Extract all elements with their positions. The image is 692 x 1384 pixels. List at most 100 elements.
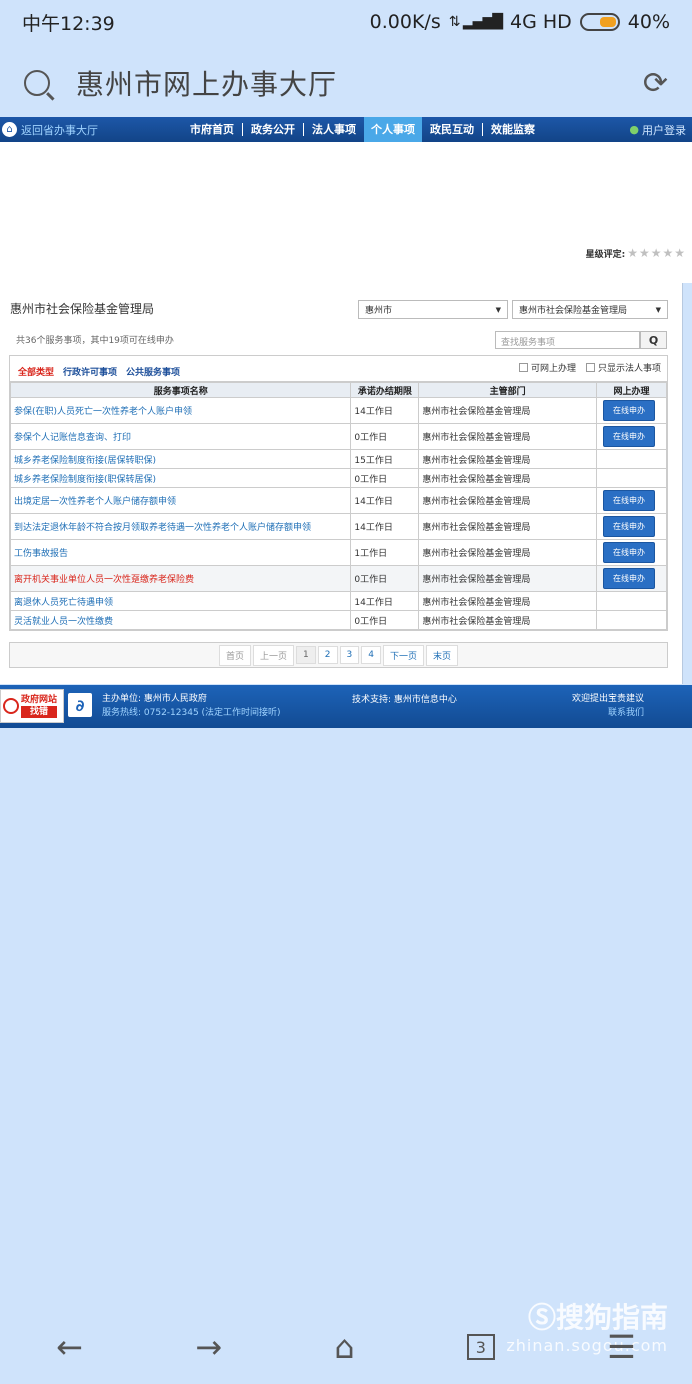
back-to-province-link[interactable]: ⌂ 返回省办事大厅 <box>2 122 182 138</box>
service-online-cell <box>596 591 667 611</box>
department-select[interactable]: 惠州市社会保险基金管理局 ▼ <box>512 300 668 319</box>
service-search-input[interactable]: 查找服务事项 <box>495 331 640 349</box>
footer-host-info: 主办单位: 惠州市人民政府 服务热线: 0752-12345 (法定工作时间接听… <box>102 692 281 720</box>
service-name-link[interactable]: 参保个人记账信息查询、打印 <box>9 423 352 450</box>
table-row: 工伤事故报告 1工作日 惠州市社会保险基金管理局 在线申办 <box>9 539 667 566</box>
filter-checks: 可网上办理 只显示法人事项 <box>518 361 661 374</box>
service-limit: 14工作日 <box>350 591 420 611</box>
apply-online-button[interactable]: 在线申办 <box>603 516 656 537</box>
chevron-down-icon: ▼ <box>495 305 501 314</box>
back-arrow-icon[interactable]: ← <box>56 1328 83 1366</box>
footer-suggest-text[interactable]: 欢迎提出宝贵建议 <box>572 692 644 706</box>
forward-arrow-icon[interactable]: → <box>195 1328 222 1366</box>
filter-permit[interactable]: 行政许可事项 <box>63 359 117 378</box>
nav-item-gov-info[interactable]: 政务公开 <box>243 123 304 136</box>
service-online-cell: 在线申办 <box>596 539 667 566</box>
checkbox-box[interactable] <box>518 363 528 372</box>
reload-icon[interactable]: ⟳ <box>643 66 668 101</box>
rating-label: 星级评定: <box>585 249 626 260</box>
service-name-link[interactable]: 出境定居一次性养老个人账户储存额申领 <box>9 487 352 514</box>
service-count: 共36个服务事项，其中19项可在线申办 <box>16 336 174 346</box>
legal-only-checkbox[interactable]: 只显示法人事项 <box>585 361 661 374</box>
browser-address-bar[interactable]: 惠州市网上办事大厅 ⟳ <box>0 55 692 111</box>
pager-item[interactable]: 末页 <box>425 644 458 666</box>
service-dept: 惠州市社会保险基金管理局 <box>418 591 598 611</box>
contact-us-link[interactable]: 联系我们 <box>572 706 644 720</box>
service-limit: 14工作日 <box>350 513 420 540</box>
user-login-link[interactable]: ● 用户登录 <box>629 122 686 138</box>
service-name-link[interactable]: 城乡养老保险制度衔接(职保转居保) <box>9 468 352 488</box>
nav-item-supervision[interactable]: 效能监察 <box>483 123 543 136</box>
service-dept: 惠州市社会保险基金管理局 <box>418 610 598 630</box>
signal-icon: ⇅ ▂▄▆█ <box>448 14 503 30</box>
back-label: 返回省办事大厅 <box>21 123 98 137</box>
table-row: 离开机关事业单位人员一次性趸缴养老保险费 0工作日 惠州市社会保险基金管理局 在线申办 <box>9 565 667 592</box>
service-name-link[interactable]: 城乡养老保险制度衔接(居保转职保) <box>9 449 352 469</box>
rating-stars[interactable]: ★★★★★ <box>627 246 686 260</box>
site-footer: 政府网站 找错 ∂ 主办单位: 惠州市人民政府 服务热线: 0752-12345… <box>0 685 692 728</box>
page-title[interactable]: 惠州市网上办事大厅 <box>76 63 643 103</box>
network-speed: 0.00K/s <box>369 11 441 33</box>
service-dept: 惠州市社会保险基金管理局 <box>418 397 598 424</box>
home-icon[interactable]: ⌂ <box>334 1328 354 1366</box>
apply-online-button[interactable]: 在线申办 <box>603 426 656 447</box>
apply-online-button[interactable]: 在线申办 <box>603 490 656 511</box>
report-error-badge[interactable]: 政府网站 找错 <box>0 689 64 723</box>
online-only-checkbox[interactable]: 可网上办理 <box>518 361 576 374</box>
user-icon: ● <box>629 123 639 136</box>
service-online-cell: 在线申办 <box>596 513 667 540</box>
city-select-value: 惠州市 <box>365 306 393 316</box>
nav-item-legal[interactable]: 法人事项 <box>304 123 364 136</box>
magnifier-icon <box>3 698 19 714</box>
site-nav: ⌂ 返回省办事大厅 市府首页 政务公开 法人事项 个人事项 政民互动 效能监察 … <box>0 117 692 142</box>
table-header-row: 服务事项名称 承诺办结期限 主管部门 网上办理 <box>9 382 667 398</box>
col-header-name: 服务事项名称 <box>9 382 352 398</box>
footer-hotline: 服务热线: 0752-12345 (法定工作时间接听) <box>102 708 281 718</box>
service-name-link[interactable]: 参保(在职)人员死亡一次性养老个人账户申领 <box>9 397 352 424</box>
service-name-link[interactable]: 灵活就业人员一次性缴费 <box>9 610 352 630</box>
table-row: 参保(在职)人员死亡一次性养老个人账户申领 14工作日 惠州市社会保险基金管理局 在线… <box>9 397 667 424</box>
service-name-link[interactable]: 离开机关事业单位人员一次性趸缴养老保险费 <box>9 565 352 592</box>
service-dept: 惠州市社会保险基金管理局 <box>418 468 598 488</box>
menu-icon[interactable]: ☰ <box>607 1328 636 1366</box>
search-icon[interactable] <box>24 70 50 96</box>
service-limit: 0工作日 <box>350 468 420 488</box>
service-name-link[interactable]: 工伤事故报告 <box>9 539 352 566</box>
pager-item[interactable]: 2 <box>317 646 338 664</box>
footer-host: 主办单位: 惠州市人民政府 <box>102 694 207 704</box>
table-row: 出境定居一次性养老个人账户储存额申领 14工作日 惠州市社会保险基金管理局 在线申办 <box>9 487 667 514</box>
pager-item[interactable]: 3 <box>339 646 360 664</box>
pager-item[interactable]: 下一页 <box>382 644 424 666</box>
filter-public[interactable]: 公共服务事项 <box>126 359 180 378</box>
checkbox-box[interactable] <box>585 363 595 372</box>
apply-online-button[interactable]: 在线申办 <box>603 542 656 563</box>
apply-online-button[interactable]: 在线申办 <box>603 400 656 421</box>
site-logo-icon: ∂ <box>68 693 92 717</box>
badge-line2: 找错 <box>21 706 58 718</box>
pager-item[interactable]: 上一页 <box>253 644 295 666</box>
service-name-link[interactable]: 到达法定退休年龄不符合按月领取养老待遇一次性养老个人账户储存额申领 <box>9 513 352 540</box>
service-name-link[interactable]: 离退休人员死亡待遇申领 <box>9 591 352 611</box>
apply-online-button[interactable]: 在线申办 <box>603 568 656 589</box>
nav-item-interaction[interactable]: 政民互动 <box>422 123 483 136</box>
service-panel: 惠州市社会保险基金管理局 惠州市 ▼ 惠州市社会保险基金管理局 ▼ 共36个服务… <box>0 283 683 684</box>
service-limit: 14工作日 <box>350 397 420 424</box>
nav-item-personal[interactable]: 个人事项 <box>364 117 422 142</box>
table-row: 离退休人员死亡待遇申领 14工作日 惠州市社会保险基金管理局 <box>9 591 667 611</box>
city-select[interactable]: 惠州市 ▼ <box>358 300 508 319</box>
col-header-online: 网上办理 <box>596 382 667 398</box>
filter-all[interactable]: 全部类型 <box>18 359 54 378</box>
banner-area: 星级评定: ★★★★★ <box>0 142 692 283</box>
department-select-value: 惠州市社会保险基金管理局 <box>519 306 628 316</box>
tabs-button[interactable]: 3 <box>466 1334 495 1360</box>
pager-item[interactable]: 首页 <box>219 644 252 666</box>
battery-icon <box>579 13 620 31</box>
search-button[interactable]: Q <box>640 331 667 349</box>
pager-item[interactable]: 1 <box>296 646 316 664</box>
battery-level: 40% <box>627 11 670 33</box>
site-menu: 市府首页 政务公开 法人事项 个人事项 政民互动 效能监察 <box>182 117 543 142</box>
nav-item-home[interactable]: 市府首页 <box>182 123 243 136</box>
service-limit: 15工作日 <box>350 449 420 469</box>
badge-line1: 政府网站 <box>21 695 58 705</box>
pager-item[interactable]: 4 <box>361 646 381 664</box>
